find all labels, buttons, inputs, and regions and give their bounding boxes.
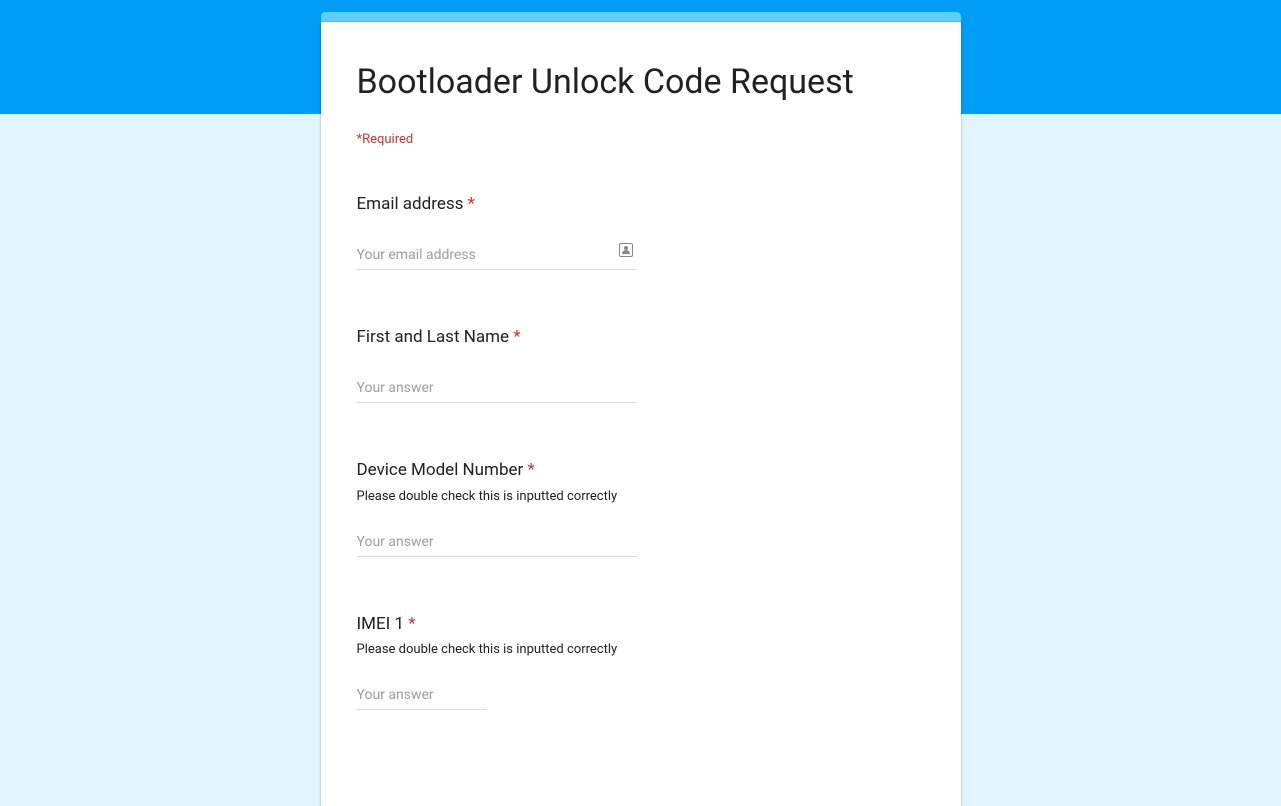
question-imei1: IMEI 1 * Please double check this is inp… (357, 613, 925, 711)
question-label: First and Last Name * (357, 326, 925, 350)
name-input[interactable] (357, 376, 637, 403)
label-text: Device Model Number (357, 460, 528, 480)
input-row (357, 243, 637, 270)
label-text: IMEI 1 (357, 614, 409, 634)
device-model-input[interactable] (357, 530, 637, 557)
imei1-input[interactable] (357, 683, 487, 710)
required-asterisk: * (408, 614, 415, 634)
label-text: Email address (357, 194, 468, 214)
input-row (357, 530, 637, 557)
required-asterisk: * (513, 327, 520, 347)
question-label: Device Model Number * (357, 459, 925, 483)
question-email: Email address * (357, 193, 925, 270)
required-asterisk: * (468, 194, 475, 214)
question-label: Email address * (357, 193, 925, 217)
required-asterisk: * (528, 460, 535, 480)
input-row (357, 376, 637, 403)
question-name: First and Last Name * (357, 326, 925, 403)
question-help: Please double check this is inputted cor… (357, 489, 925, 504)
email-input[interactable] (357, 243, 637, 270)
form-card: Bootloader Unlock Code Request *Required… (321, 22, 961, 806)
question-device-model: Device Model Number * Please double chec… (357, 459, 925, 557)
card-top-stripe (321, 12, 961, 22)
form-card-wrap: Bootloader Unlock Code Request *Required… (321, 0, 961, 806)
label-text: First and Last Name (357, 327, 514, 347)
form-title: Bootloader Unlock Code Request (357, 60, 925, 104)
required-label: *Required (357, 132, 925, 147)
question-help: Please double check this is inputted cor… (357, 642, 925, 657)
input-row (357, 683, 487, 710)
question-label: IMEI 1 * (357, 613, 925, 637)
contact-card-icon[interactable] (619, 243, 633, 257)
